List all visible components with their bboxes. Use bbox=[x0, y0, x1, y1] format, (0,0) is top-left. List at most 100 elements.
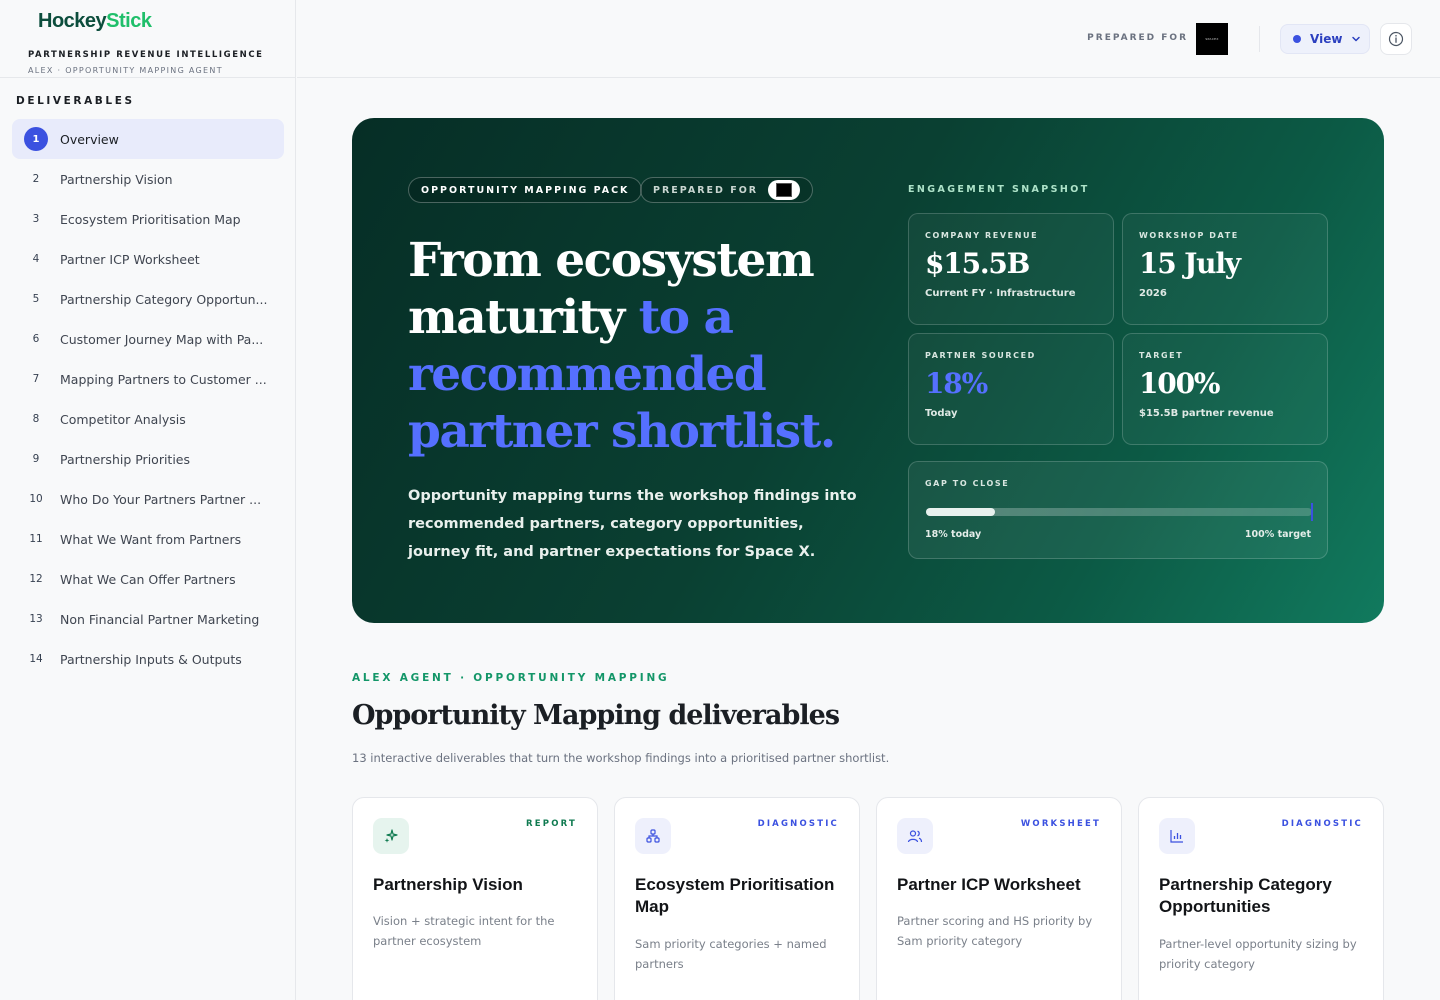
deliverables-heading: DELIVERABLES bbox=[16, 95, 135, 107]
sidebar-item-10[interactable]: 10 Who Do Your Partners Partner ... bbox=[12, 479, 284, 519]
hockeystick-logo[interactable]: Hockey Stick bbox=[38, 9, 295, 33]
card-title: Partner ICP Worksheet bbox=[897, 875, 1081, 894]
sidebar-item-number: 8 bbox=[32, 413, 40, 425]
brand-subtitle: PARTNERSHIP REVENUE INTELLIGENCE bbox=[28, 50, 264, 60]
sidebar-item-14[interactable]: 14 Partnership Inputs & Outputs bbox=[12, 639, 284, 679]
info-icon bbox=[1388, 31, 1404, 47]
sidebar-item-label: Customer Journey Map with Pa... bbox=[60, 331, 264, 347]
sidebar-item-label: What We Can Offer Partners bbox=[60, 571, 236, 587]
sidebar-item-number: 3 bbox=[32, 213, 40, 225]
section-title: Opportunity Mapping deliverables bbox=[352, 700, 840, 731]
hero-title-line1: From ecosystem bbox=[408, 233, 815, 288]
card-title: Partnership Category Opportunities bbox=[1159, 875, 1332, 916]
gap-label: GAP TO CLOSE bbox=[925, 479, 1010, 488]
chevron-down-icon bbox=[1352, 36, 1361, 42]
sidebar-item-label: Partner ICP Worksheet bbox=[60, 251, 200, 267]
hero-title-line3: recommended bbox=[408, 347, 767, 402]
sidebar-item-number: 6 bbox=[32, 333, 40, 345]
client-logo: SPACEX bbox=[1196, 23, 1228, 55]
bar-chart-icon bbox=[1159, 818, 1195, 854]
sidebar-item-12[interactable]: 12 What We Can Offer Partners bbox=[12, 559, 284, 599]
sidebar-item-number: 7 bbox=[32, 373, 40, 385]
app-root: Hockey Stick PARTNERSHIP REVENUE INTELLIG… bbox=[0, 0, 1440, 1000]
stat-label: TARGET bbox=[1139, 351, 1184, 360]
sidebar-item-number: 9 bbox=[32, 453, 40, 465]
prepared-for-pill-label: PREPARED FOR bbox=[653, 184, 759, 196]
logo-text-hockey: Hockey bbox=[38, 9, 107, 32]
sidebar-item-number: 14 bbox=[29, 653, 43, 665]
stat-sub: Today bbox=[925, 408, 958, 419]
client-mini-logo bbox=[768, 180, 801, 200]
info-button[interactable] bbox=[1380, 23, 1412, 55]
deliverables-nav: 1 Overview 2 Partnership Vision 3 Ecosystem P… bbox=[12, 119, 284, 679]
sidebar-item-13[interactable]: 13 Non Financial Partner Marketing bbox=[12, 599, 284, 639]
sidebar-item-3[interactable]: 3 Ecosystem Prioritisation Map bbox=[12, 199, 284, 239]
brand-header: Hockey Stick PARTNERSHIP REVENUE INTELLIG… bbox=[0, 0, 295, 78]
divider bbox=[1259, 26, 1260, 52]
stat-sub: Current FY · Infrastructure bbox=[925, 288, 1076, 299]
gap-progress-track bbox=[926, 503, 1313, 521]
stat-label: COMPANY REVENUE bbox=[925, 231, 1039, 240]
sidebar-item-5[interactable]: 5 Partnership Category Opportun... bbox=[12, 279, 284, 319]
deliverable-card-category-opportunities[interactable]: DIAGNOSTIC Partnership Category Opportun… bbox=[1138, 797, 1384, 1000]
stat-value: 15 July bbox=[1139, 247, 1241, 280]
sidebar-item-label: Partnership Priorities bbox=[60, 451, 191, 467]
hero-title: From ecosystem maturity to a recommended… bbox=[408, 232, 878, 460]
stat-value: $15.5B bbox=[925, 247, 1030, 280]
sidebar-item-6[interactable]: 6 Customer Journey Map with Pa... bbox=[12, 319, 284, 359]
view-label: View bbox=[1310, 32, 1343, 46]
gap-target-text: 100% target bbox=[1244, 529, 1311, 540]
sparkles-icon bbox=[373, 818, 409, 854]
sidebar-item-number: 4 bbox=[32, 253, 40, 265]
sidebar-item-2[interactable]: 2 Partnership Vision bbox=[12, 159, 284, 199]
section-subtitle: 13 interactive deliverables that turn th… bbox=[352, 751, 890, 765]
sidebar-item-8[interactable]: 8 Competitor Analysis bbox=[12, 399, 284, 439]
sidebar-item-label: Partnership Vision bbox=[60, 171, 173, 187]
sidebar-item-4[interactable]: 4 Partner ICP Worksheet bbox=[12, 239, 284, 279]
deliverable-card-partnership-vision[interactable]: REPORT Partnership Vision Vision + strat… bbox=[352, 797, 598, 1000]
card-description: Vision + strategic intent for the partne… bbox=[373, 914, 555, 948]
stat-company-revenue: COMPANY REVENUE $15.5B Current FY · Infr… bbox=[908, 213, 1114, 325]
card-tag: DIAGNOSTIC bbox=[757, 819, 839, 829]
gap-to-close-card: GAP TO CLOSE 18% today 100% target bbox=[908, 461, 1328, 559]
stat-label: WORKSHOP DATE bbox=[1139, 231, 1239, 240]
card-description: Partner scoring and HS priority by Sam p… bbox=[897, 914, 1093, 948]
stat-sub: 2026 bbox=[1139, 288, 1167, 299]
sidebar-item-1[interactable]: 1 Overview bbox=[12, 119, 284, 159]
deliverable-card-partner-icp[interactable]: WORKSHEET Partner ICP Worksheet Partner … bbox=[876, 797, 1122, 1000]
stat-value: 18% bbox=[925, 367, 988, 400]
card-tag: WORKSHEET bbox=[1020, 819, 1101, 829]
sidebar: Hockey Stick PARTNERSHIP REVENUE INTELLIG… bbox=[0, 0, 296, 1000]
stat-label: PARTNER SOURCED bbox=[925, 351, 1036, 360]
hero-banner: OPPORTUNITY MAPPING PACK PREPARED FOR Fr… bbox=[352, 118, 1384, 623]
section-eyebrow: ALEX AGENT · OPPORTUNITY MAPPING bbox=[352, 672, 670, 684]
card-title: Partnership Vision bbox=[373, 875, 523, 894]
hero-title-line2a: maturity bbox=[408, 290, 625, 345]
sidebar-item-label: Partnership Inputs & Outputs bbox=[60, 651, 242, 667]
sidebar-item-number: 12 bbox=[29, 573, 43, 585]
prepared-for-pill: PREPARED FOR bbox=[640, 177, 814, 203]
hero-title-line4: partner shortlist. bbox=[408, 404, 836, 459]
sidebar-item-label: Non Financial Partner Marketing bbox=[60, 611, 260, 627]
hero-title-line2b: to a bbox=[638, 290, 734, 345]
sidebar-item-number: 5 bbox=[32, 293, 40, 305]
topbar: PREPARED FOR SPACEX View bbox=[297, 0, 1440, 78]
gap-progress-fill bbox=[926, 508, 996, 516]
sidebar-item-11[interactable]: 11 What We Want from Partners bbox=[12, 519, 284, 559]
users-icon bbox=[897, 818, 933, 854]
sidebar-item-number: 11 bbox=[29, 533, 43, 545]
sidebar-item-label: Who Do Your Partners Partner ... bbox=[60, 491, 262, 507]
sidebar-item-7[interactable]: 7 Mapping Partners to Customer ... bbox=[12, 359, 284, 399]
stat-partner-sourced: PARTNER SOURCED 18% Today bbox=[908, 333, 1114, 445]
gap-current-text: 18% today bbox=[925, 529, 982, 540]
stat-value: 100% bbox=[1139, 367, 1220, 400]
sidebar-item-9[interactable]: 9 Partnership Priorities bbox=[12, 439, 284, 479]
logo-text-stick: Stick bbox=[106, 9, 152, 32]
stat-target: TARGET 100% $15.5B partner revenue bbox=[1122, 333, 1328, 445]
agent-line: ALEX · OPPORTUNITY MAPPING AGENT bbox=[28, 66, 223, 75]
view-button[interactable]: View bbox=[1280, 24, 1370, 54]
sidebar-item-label: Ecosystem Prioritisation Map bbox=[60, 211, 241, 227]
card-description: Partner-level opportunity sizing by prio… bbox=[1159, 937, 1357, 971]
network-icon bbox=[635, 818, 671, 854]
deliverable-card-ecosystem-map[interactable]: DIAGNOSTIC Ecosystem Prioritisation Map … bbox=[614, 797, 860, 1000]
